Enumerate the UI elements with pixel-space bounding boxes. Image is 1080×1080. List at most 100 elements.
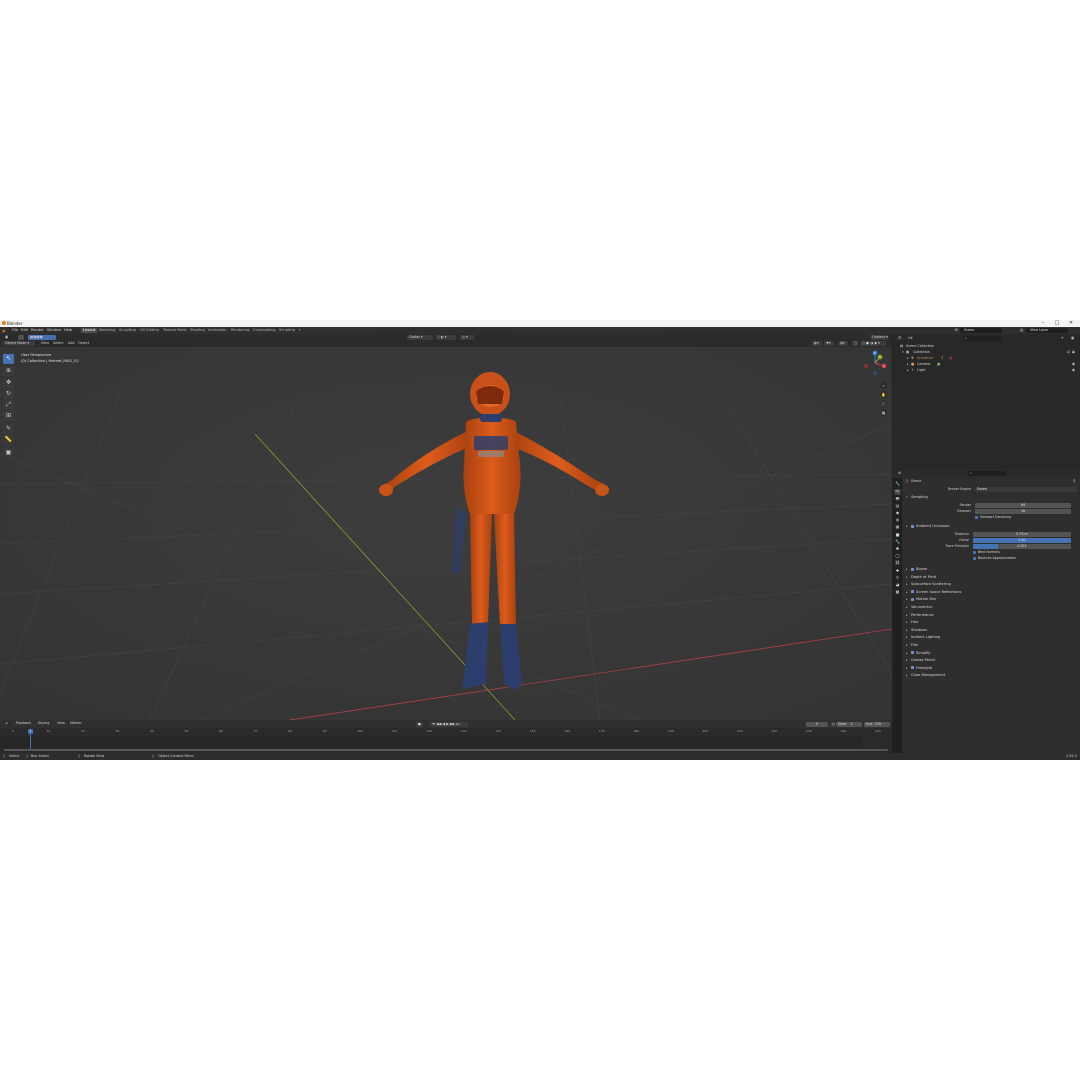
viewport-menu-object[interactable]: Object	[78, 341, 89, 346]
panel-expand-icon[interactable]: ▸	[906, 596, 908, 603]
viewport-menu-view[interactable]: View	[41, 341, 49, 346]
add-cube-tool[interactable]: ▣	[3, 448, 14, 458]
gizmo-toggle[interactable]: ✥▾	[824, 341, 834, 346]
menu-edit[interactable]: Edit	[21, 328, 28, 333]
timeline-scrollbar[interactable]	[4, 749, 888, 751]
panel-expand-icon[interactable]: ▸	[906, 657, 908, 664]
record-button[interactable]: ●	[416, 721, 423, 727]
panel-screen-space-reflections[interactable]: ▸ Screen Space Reflections	[905, 589, 1078, 596]
preview-range-toggle[interactable]: ◷	[830, 721, 835, 727]
menu-render[interactable]: Render	[31, 328, 44, 333]
outliner-editor-type[interactable]: ☰	[896, 336, 904, 341]
panel-expand-icon[interactable]: ▸	[906, 642, 908, 649]
material-tab-icon[interactable]: ◕	[894, 582, 901, 588]
panel-expand-icon[interactable]: ▸	[906, 634, 908, 641]
collection-tab-icon[interactable]: ▦	[894, 524, 901, 530]
shading-mode-buttons[interactable]: ○ ● ◑ ◉ ▾	[860, 341, 886, 346]
panel-enable-checkbox[interactable]	[911, 590, 914, 594]
tab-scripting[interactable]: Scripting	[277, 328, 297, 333]
outliner-row-light[interactable]: ▸ ☀ Light ◉	[893, 367, 1080, 373]
panel-performance[interactable]: ▸ Performance	[905, 612, 1078, 619]
tab-layout[interactable]: Layout	[81, 328, 98, 333]
tab-shading[interactable]: Shading	[188, 328, 207, 333]
viewport-menu-add[interactable]: Add	[68, 341, 75, 346]
select-box-tool[interactable]: ↖	[3, 354, 14, 364]
panel-expand-icon[interactable]: ▸	[906, 619, 908, 626]
menu-window[interactable]: Window	[47, 328, 61, 333]
panel-expand-icon[interactable]: ▸	[906, 627, 908, 634]
panel-volumetrics[interactable]: ▸ Volumetrics	[905, 604, 1078, 611]
timeline-menu-keying[interactable]: Keying	[38, 721, 49, 726]
tab-texture-paint[interactable]: Texture Paint	[161, 328, 188, 333]
panel-subsurface-scattering[interactable]: ▸ Subsurface Scattering	[905, 581, 1078, 588]
modifier-tab-icon[interactable]: 🔧	[894, 539, 901, 545]
pan-hand-icon[interactable]: ✋	[880, 391, 887, 398]
3d-viewport[interactable]: ▣ ⬚ ▦▦▦▦ Global ▾ ⌇ ◐ ▾ ◎ ▾ Options ▾ Ob…	[0, 334, 892, 720]
trace-precision-slider[interactable]: 0.251	[973, 544, 1071, 549]
panel-expand-icon[interactable]: ▸	[906, 574, 908, 581]
tool-tab-icon[interactable]: 🔧	[894, 481, 901, 487]
close-button[interactable]: ✕	[1066, 320, 1076, 327]
panel-enable-checkbox[interactable]	[911, 597, 914, 601]
light-expand-icon[interactable]: ▸	[907, 367, 909, 373]
ao-factor-slider[interactable]: 1.00	[973, 538, 1071, 543]
constraints-tab-icon[interactable]: ⛓	[894, 560, 901, 566]
properties-editor[interactable]: ⚙ ⌕ 🔧 📷 🖶 ▤ ◆ ◍ ▦ ■ 🔧 ✺ ◯ ⛓ ✚ ⚲ ◕ ▩ 🎥 Sc…	[893, 470, 1080, 753]
menu-help[interactable]: Help	[64, 328, 72, 333]
view-layer-tab-icon[interactable]: ▤	[894, 503, 901, 509]
viewport-menu-select[interactable]: Select	[53, 341, 63, 346]
new-collection-icon[interactable]: ▣	[1071, 336, 1074, 341]
panel-expand-icon[interactable]: ▸	[906, 589, 908, 596]
outliner[interactable]: ☰ ⊙▾ ⌕ ⏷ ▣ ▤ Scene Collection ▾ ▦ Collec…	[893, 334, 1080, 470]
panel-sampling[interactable]: ▾ Sampling	[905, 494, 1078, 501]
timeline-editor[interactable]: ◷ Playback Keying View Marker ● ⏮ ◀◀ ◀ ▶…	[0, 720, 892, 753]
panel-ambient-occlusion[interactable]: ▾ Ambient Occlusion	[905, 523, 1078, 530]
bone-tab-icon[interactable]: ⚲	[894, 575, 901, 581]
filter-icon[interactable]: ⏷	[1061, 336, 1064, 341]
zoom-icon[interactable]: ⌕	[880, 382, 887, 389]
mode-select[interactable]: Object Mode ▾	[3, 341, 35, 346]
panel-color-management[interactable]: ▸ Color Management	[905, 672, 1078, 679]
light-visibility-icon[interactable]: ◉	[1072, 367, 1075, 373]
panel-depth-of-field[interactable]: ▸ Depth of Field	[905, 574, 1078, 581]
panel-simplify[interactable]: ▸ Simplify	[905, 650, 1078, 657]
scene-tab-icon[interactable]: ◆	[894, 510, 901, 516]
particles-tab-icon[interactable]: ✺	[894, 546, 901, 552]
move-tool[interactable]: ✥	[3, 378, 14, 388]
bent-normals-checkbox[interactable]: Bent Normals	[973, 550, 1000, 555]
panel-grease-pencil[interactable]: ▸ Grease Pencil	[905, 657, 1078, 664]
xray-toggle[interactable]: ▢	[852, 341, 858, 346]
panel-expand-icon[interactable]: ▸	[906, 665, 908, 672]
overlay-toggle[interactable]: ◍▾	[838, 341, 848, 346]
visibility-button[interactable]: ◐▾	[812, 341, 822, 346]
minimize-button[interactable]: –	[1038, 320, 1048, 327]
tab-compositing[interactable]: Compositing	[251, 328, 278, 333]
tab-uv-editing[interactable]: UV Editing	[138, 328, 161, 333]
start-frame-field[interactable]: Start 1	[836, 721, 862, 727]
render-engine-select[interactable]: Eevee	[975, 487, 1077, 492]
object-tab-icon[interactable]: ■	[894, 532, 901, 538]
add-workspace-button[interactable]: +	[296, 328, 303, 333]
scale-tool[interactable]: ⤢	[3, 400, 14, 410]
keyframe-track[interactable]	[0, 736, 862, 748]
panel-hair[interactable]: ▸ Hair	[905, 619, 1078, 626]
tab-modeling[interactable]: Modeling	[97, 328, 117, 333]
panel-indirect-lighting[interactable]: ▸ Indirect Lighting	[905, 634, 1078, 641]
ortho-grid-icon[interactable]: ▦	[880, 409, 887, 416]
output-tab-icon[interactable]: 🖶	[894, 496, 901, 502]
display-mode-button[interactable]: ⊙▾	[906, 336, 914, 341]
properties-search-input[interactable]: ⌕	[968, 471, 1006, 476]
panel-bloom[interactable]: ▸ Bloom	[905, 566, 1078, 573]
menu-file[interactable]: File	[12, 328, 18, 333]
texture-tab-icon[interactable]: ▩	[894, 589, 901, 595]
panel-enable-checkbox[interactable]	[911, 666, 914, 670]
panel-expand-icon[interactable]: ▸	[906, 566, 908, 573]
measure-tool[interactable]: 📏	[3, 435, 14, 445]
panel-film[interactable]: ▸ Film	[905, 642, 1078, 649]
end-frame-field[interactable]: End 250	[864, 721, 890, 727]
panel-expand-icon[interactable]: ▸	[906, 581, 908, 588]
panel-shadows[interactable]: ▸ Shadows	[905, 627, 1078, 634]
annotate-tool[interactable]: ✎	[3, 424, 14, 434]
timeline-editor-type-button[interactable]: ◷	[3, 721, 11, 726]
pin-icon[interactable]: ⚲	[1073, 479, 1075, 484]
